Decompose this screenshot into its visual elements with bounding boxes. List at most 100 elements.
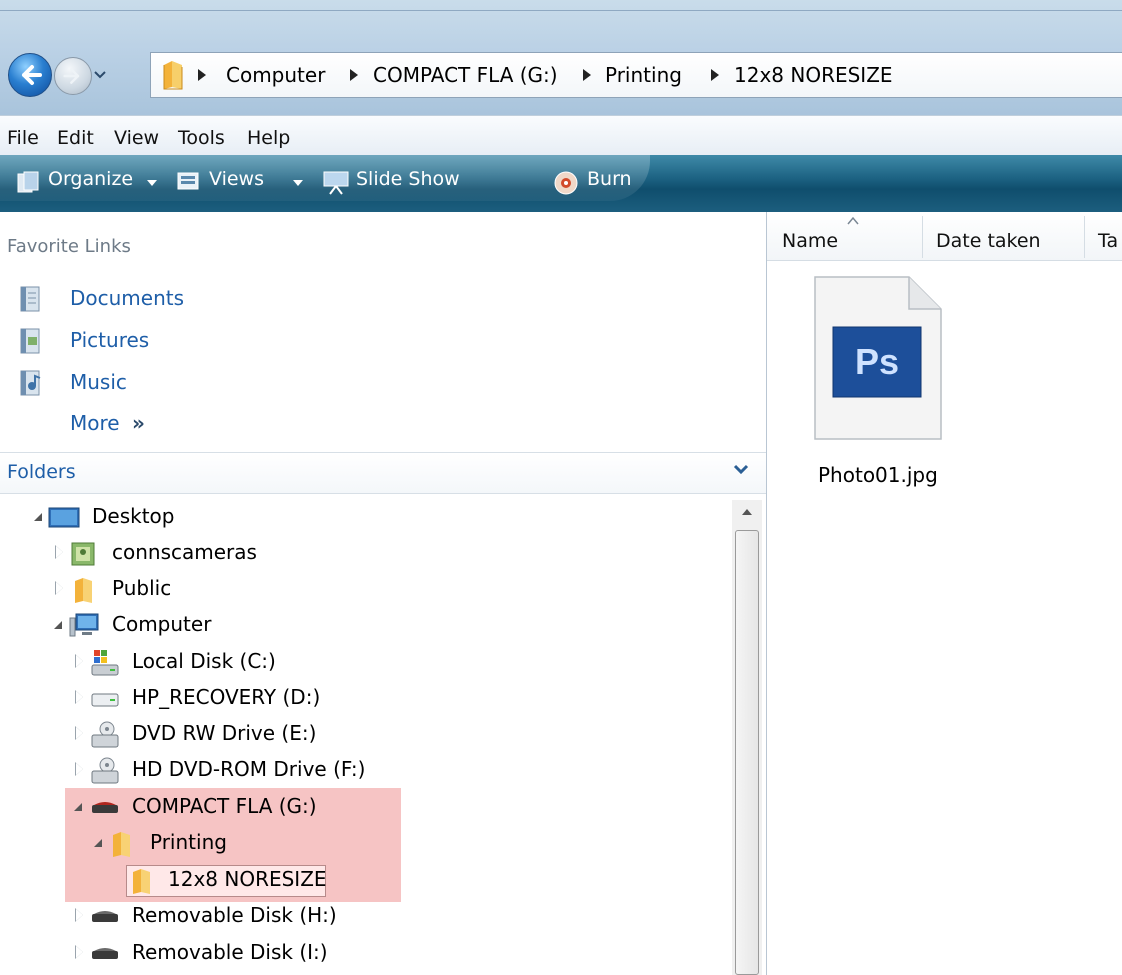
breadcrumb-separator[interactable]	[198, 69, 206, 81]
breadcrumb-compact-fla[interactable]: COMPACT FLA (G:)	[373, 63, 558, 87]
photoshop-file-icon[interactable]: Ps	[813, 275, 943, 441]
removable-drive-icon	[92, 802, 118, 813]
folder-icon	[133, 869, 150, 894]
tree-item-computer[interactable]: Computer	[0, 608, 720, 644]
collapsed-arrow-inner	[76, 946, 83, 958]
views-button[interactable]: Views	[209, 168, 264, 190]
documents-icon	[20, 286, 40, 312]
removable-drive-icon	[92, 948, 118, 959]
tree-item-connscameras[interactable]: connscameras	[0, 536, 720, 572]
user-folder-icon	[71, 542, 95, 566]
scroll-up-arrow-icon	[742, 509, 752, 515]
pane-divider[interactable]	[766, 212, 767, 975]
column-separator[interactable]	[1084, 216, 1085, 258]
column-separator[interactable]	[922, 216, 923, 258]
menu-help[interactable]: Help	[247, 127, 290, 149]
menu-bar: File Edit View Tools Help	[0, 115, 1122, 156]
pictures-icon	[20, 328, 40, 354]
favorite-pictures-link[interactable]: Pictures	[70, 328, 149, 352]
menu-edit[interactable]: Edit	[57, 127, 94, 149]
favorite-music-link[interactable]: Music	[70, 370, 127, 394]
column-date-taken[interactable]: Date taken	[936, 230, 1041, 252]
tree-item-compact-fla-g[interactable]: COMPACT FLA (G:)	[0, 790, 720, 826]
tree-item-dvd-rw-e[interactable]: DVD RW Drive (E:)	[0, 717, 720, 753]
expanded-arrow-icon[interactable]	[34, 513, 42, 521]
folder-icon	[75, 578, 92, 603]
slideshow-icon	[323, 171, 349, 195]
dvd-drive-icon	[91, 757, 119, 784]
tree-item-hp-recovery-d[interactable]: HP_RECOVERY (D:)	[0, 681, 720, 717]
forward-arrow-icon	[63, 68, 80, 84]
computer-icon	[69, 613, 99, 637]
more-favorites-link[interactable]: More »	[70, 411, 145, 435]
tree-label: Public	[112, 576, 172, 600]
burn-button[interactable]: Burn	[587, 168, 632, 190]
breadcrumb-current-folder[interactable]: 12x8 NORESIZE	[734, 63, 893, 87]
collapsed-arrow-inner	[56, 582, 63, 594]
tree-item-hd-dvd-rom-f[interactable]: HD DVD-ROM Drive (F:)	[0, 753, 720, 789]
tree-item-12x8-noresize[interactable]: 12x8 NORESIZE	[0, 863, 720, 899]
menu-tools[interactable]: Tools	[178, 127, 225, 149]
file-name-photo01[interactable]: Photo01.jpg	[818, 463, 938, 487]
scrollbar-thumb[interactable]	[735, 530, 759, 975]
column-name[interactable]: Name	[782, 230, 838, 252]
tree-label: DVD RW Drive (E:)	[132, 721, 317, 745]
tree-item-public[interactable]: Public	[0, 572, 720, 608]
tree-item-removable-disk-h[interactable]: Removable Disk (H:)	[0, 899, 720, 935]
expanded-arrow-icon[interactable]	[74, 803, 82, 811]
favorite-links-heading: Favorite Links	[7, 236, 131, 257]
breadcrumb-computer[interactable]: Computer	[226, 63, 325, 87]
folders-header[interactable]	[0, 452, 766, 494]
slideshow-button[interactable]: Slide Show	[356, 168, 460, 190]
folder-icon	[163, 61, 183, 90]
folder-icon	[113, 832, 130, 857]
burn-disc-icon	[554, 171, 578, 195]
file-icon-text: Ps	[855, 341, 899, 382]
breadcrumb-separator[interactable]	[583, 69, 591, 81]
menu-view[interactable]: View	[114, 127, 159, 149]
collapsed-arrow-inner	[76, 691, 83, 703]
expanded-arrow-icon[interactable]	[94, 839, 102, 847]
breadcrumb-separator[interactable]	[711, 69, 719, 81]
dvd-drive-icon	[91, 721, 119, 748]
back-button[interactable]	[8, 53, 52, 97]
hard-drive-icon	[91, 693, 119, 707]
breadcrumb-printing[interactable]: Printing	[605, 63, 682, 87]
tree-label: Removable Disk (I:)	[132, 940, 328, 964]
views-dropdown-caret[interactable]	[293, 180, 303, 186]
tree-label: 12x8 NORESIZE	[168, 867, 327, 891]
double-chevron-right-icon: »	[131, 411, 145, 435]
chevron-down-icon	[94, 71, 106, 79]
tree-label: HP_RECOVERY (D:)	[132, 685, 321, 709]
expanded-arrow-icon[interactable]	[54, 621, 62, 629]
forward-button[interactable]	[54, 57, 92, 95]
recent-pages-dropdown[interactable]	[92, 64, 108, 84]
favorite-documents-link[interactable]: Documents	[70, 286, 184, 310]
window-top-edge	[0, 10, 1122, 11]
tree-label: Computer	[112, 612, 212, 636]
tree-label: Removable Disk (H:)	[132, 903, 337, 927]
local-disk-icon	[91, 650, 119, 676]
tree-item-desktop[interactable]: Desktop	[0, 500, 720, 536]
scroll-up-button[interactable]	[732, 500, 762, 526]
breadcrumb-separator[interactable]	[350, 69, 358, 81]
tree-label: Local Disk (C:)	[132, 649, 276, 673]
tree-item-removable-disk-i[interactable]: Removable Disk (I:)	[0, 936, 720, 972]
collapsed-arrow-inner	[56, 546, 63, 558]
tree-item-local-disk-c[interactable]: Local Disk (C:)	[0, 645, 720, 681]
menu-file[interactable]: File	[7, 127, 39, 149]
tree-label: Desktop	[92, 504, 175, 528]
collapsed-arrow-inner	[76, 727, 83, 739]
more-favorites-label: More	[70, 411, 120, 435]
column-tags[interactable]: Ta	[1098, 230, 1118, 252]
collapsed-arrow-inner	[76, 655, 83, 667]
tree-label: connscameras	[112, 540, 257, 564]
organize-dropdown-caret[interactable]	[147, 180, 157, 186]
tree-item-printing[interactable]: Printing	[0, 826, 720, 862]
folders-heading: Folders	[7, 461, 76, 483]
desktop-icon	[48, 507, 80, 528]
chevron-down-icon[interactable]	[732, 462, 750, 478]
back-arrow-icon	[22, 65, 42, 85]
organize-icon	[17, 171, 39, 193]
organize-button[interactable]: Organize	[48, 168, 133, 190]
